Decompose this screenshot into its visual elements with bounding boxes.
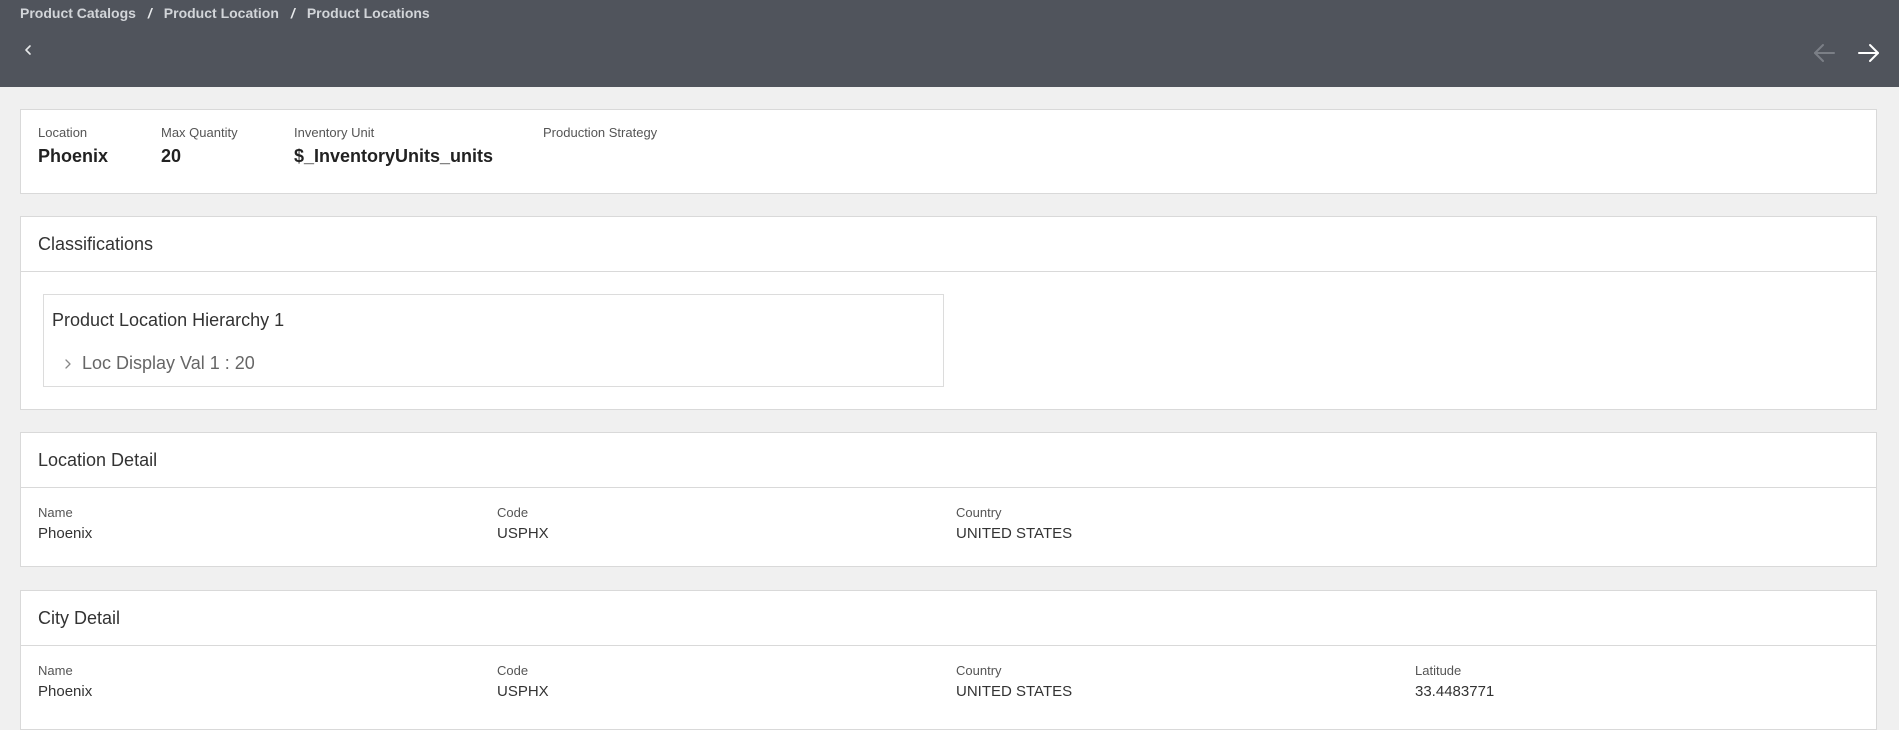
breadcrumb-item-product-catalogs[interactable]: Product Catalogs: [20, 5, 136, 21]
hierarchy-item-label: Loc Display Val 1 : 20: [82, 353, 255, 373]
classifications-card: Classifications Product Location Hierarc…: [20, 216, 1877, 410]
city-name-field: Name Phoenix: [38, 663, 92, 700]
arrow-right-icon: [1858, 44, 1879, 62]
location-code-field: Code USPHX: [497, 505, 549, 542]
city-detail-title: City Detail: [21, 591, 1876, 646]
city-country-label: Country: [956, 663, 1002, 678]
next-record-button[interactable]: [1856, 41, 1882, 65]
city-latitude-value: 33.4483771: [1415, 683, 1495, 700]
location-label: Location: [38, 125, 88, 140]
location-name-value: Phoenix: [38, 525, 93, 542]
arrow-left-icon: [1814, 44, 1835, 62]
hierarchy-title: Product Location Hierarchy 1: [52, 310, 285, 330]
location-value: Phoenix: [38, 146, 109, 166]
production-strategy-label: Production Strategy: [543, 125, 658, 140]
max-quantity-field: Max Quantity 20: [161, 125, 238, 167]
location-name-label: Name: [38, 505, 73, 520]
chevron-right-icon[interactable]: [62, 357, 74, 371]
chevron-left-icon: [25, 45, 31, 55]
location-country-value: UNITED STATES: [956, 525, 1073, 542]
location-code-label: Code: [497, 505, 529, 520]
city-country-field: Country UNITED STATES: [956, 663, 1072, 700]
hierarchy-tree-item[interactable]: Loc Display Val 1 : 20: [62, 353, 255, 374]
city-latitude-label: Latitude: [1415, 663, 1462, 678]
city-code-value: USPHX: [497, 683, 549, 700]
classifications-title: Classifications: [21, 217, 1876, 272]
back-button[interactable]: [18, 40, 38, 60]
location-detail-title: Location Detail: [21, 433, 1876, 488]
previous-record-button[interactable]: [1811, 41, 1837, 65]
location-field: Location Phoenix: [38, 125, 108, 167]
location-code-value: USPHX: [497, 525, 549, 542]
production-strategy-field: Production Strategy: [543, 125, 657, 146]
city-code-label: Code: [497, 663, 529, 678]
breadcrumb: Product Catalogs / Product Location / Pr…: [20, 5, 430, 21]
inventory-unit-field: Inventory Unit $_InventoryUnits_units: [294, 125, 493, 167]
hierarchy-panel: Product Location Hierarchy 1 Loc Display…: [43, 294, 944, 387]
city-code-field: Code USPHX: [497, 663, 549, 700]
breadcrumb-separator: /: [147, 5, 152, 21]
inventory-unit-value: $_InventoryUnits_units: [294, 146, 494, 166]
location-country-label: Country: [956, 505, 1002, 520]
city-name-value: Phoenix: [38, 683, 93, 700]
city-latitude-field: Latitude 33.4483771: [1415, 663, 1494, 700]
location-name-field: Name Phoenix: [38, 505, 92, 542]
inventory-unit-label: Inventory Unit: [294, 125, 375, 140]
location-detail-card: Location Detail Name Phoenix Code USPHX …: [20, 432, 1877, 567]
page-header: Product Catalogs / Product Location / Pr…: [0, 0, 1899, 87]
city-detail-card: City Detail Name Phoenix Code USPHX Coun…: [20, 590, 1877, 730]
breadcrumb-item-product-location[interactable]: Product Location: [164, 5, 279, 21]
breadcrumb-item-product-locations[interactable]: Product Locations: [307, 5, 430, 21]
max-quantity-value: 20: [161, 146, 182, 166]
summary-card: Location Phoenix Max Quantity 20 Invento…: [20, 109, 1877, 194]
max-quantity-label: Max Quantity: [161, 125, 238, 140]
city-name-label: Name: [38, 663, 73, 678]
location-country-field: Country UNITED STATES: [956, 505, 1072, 542]
breadcrumb-separator: /: [290, 5, 295, 21]
city-country-value: UNITED STATES: [956, 683, 1073, 700]
